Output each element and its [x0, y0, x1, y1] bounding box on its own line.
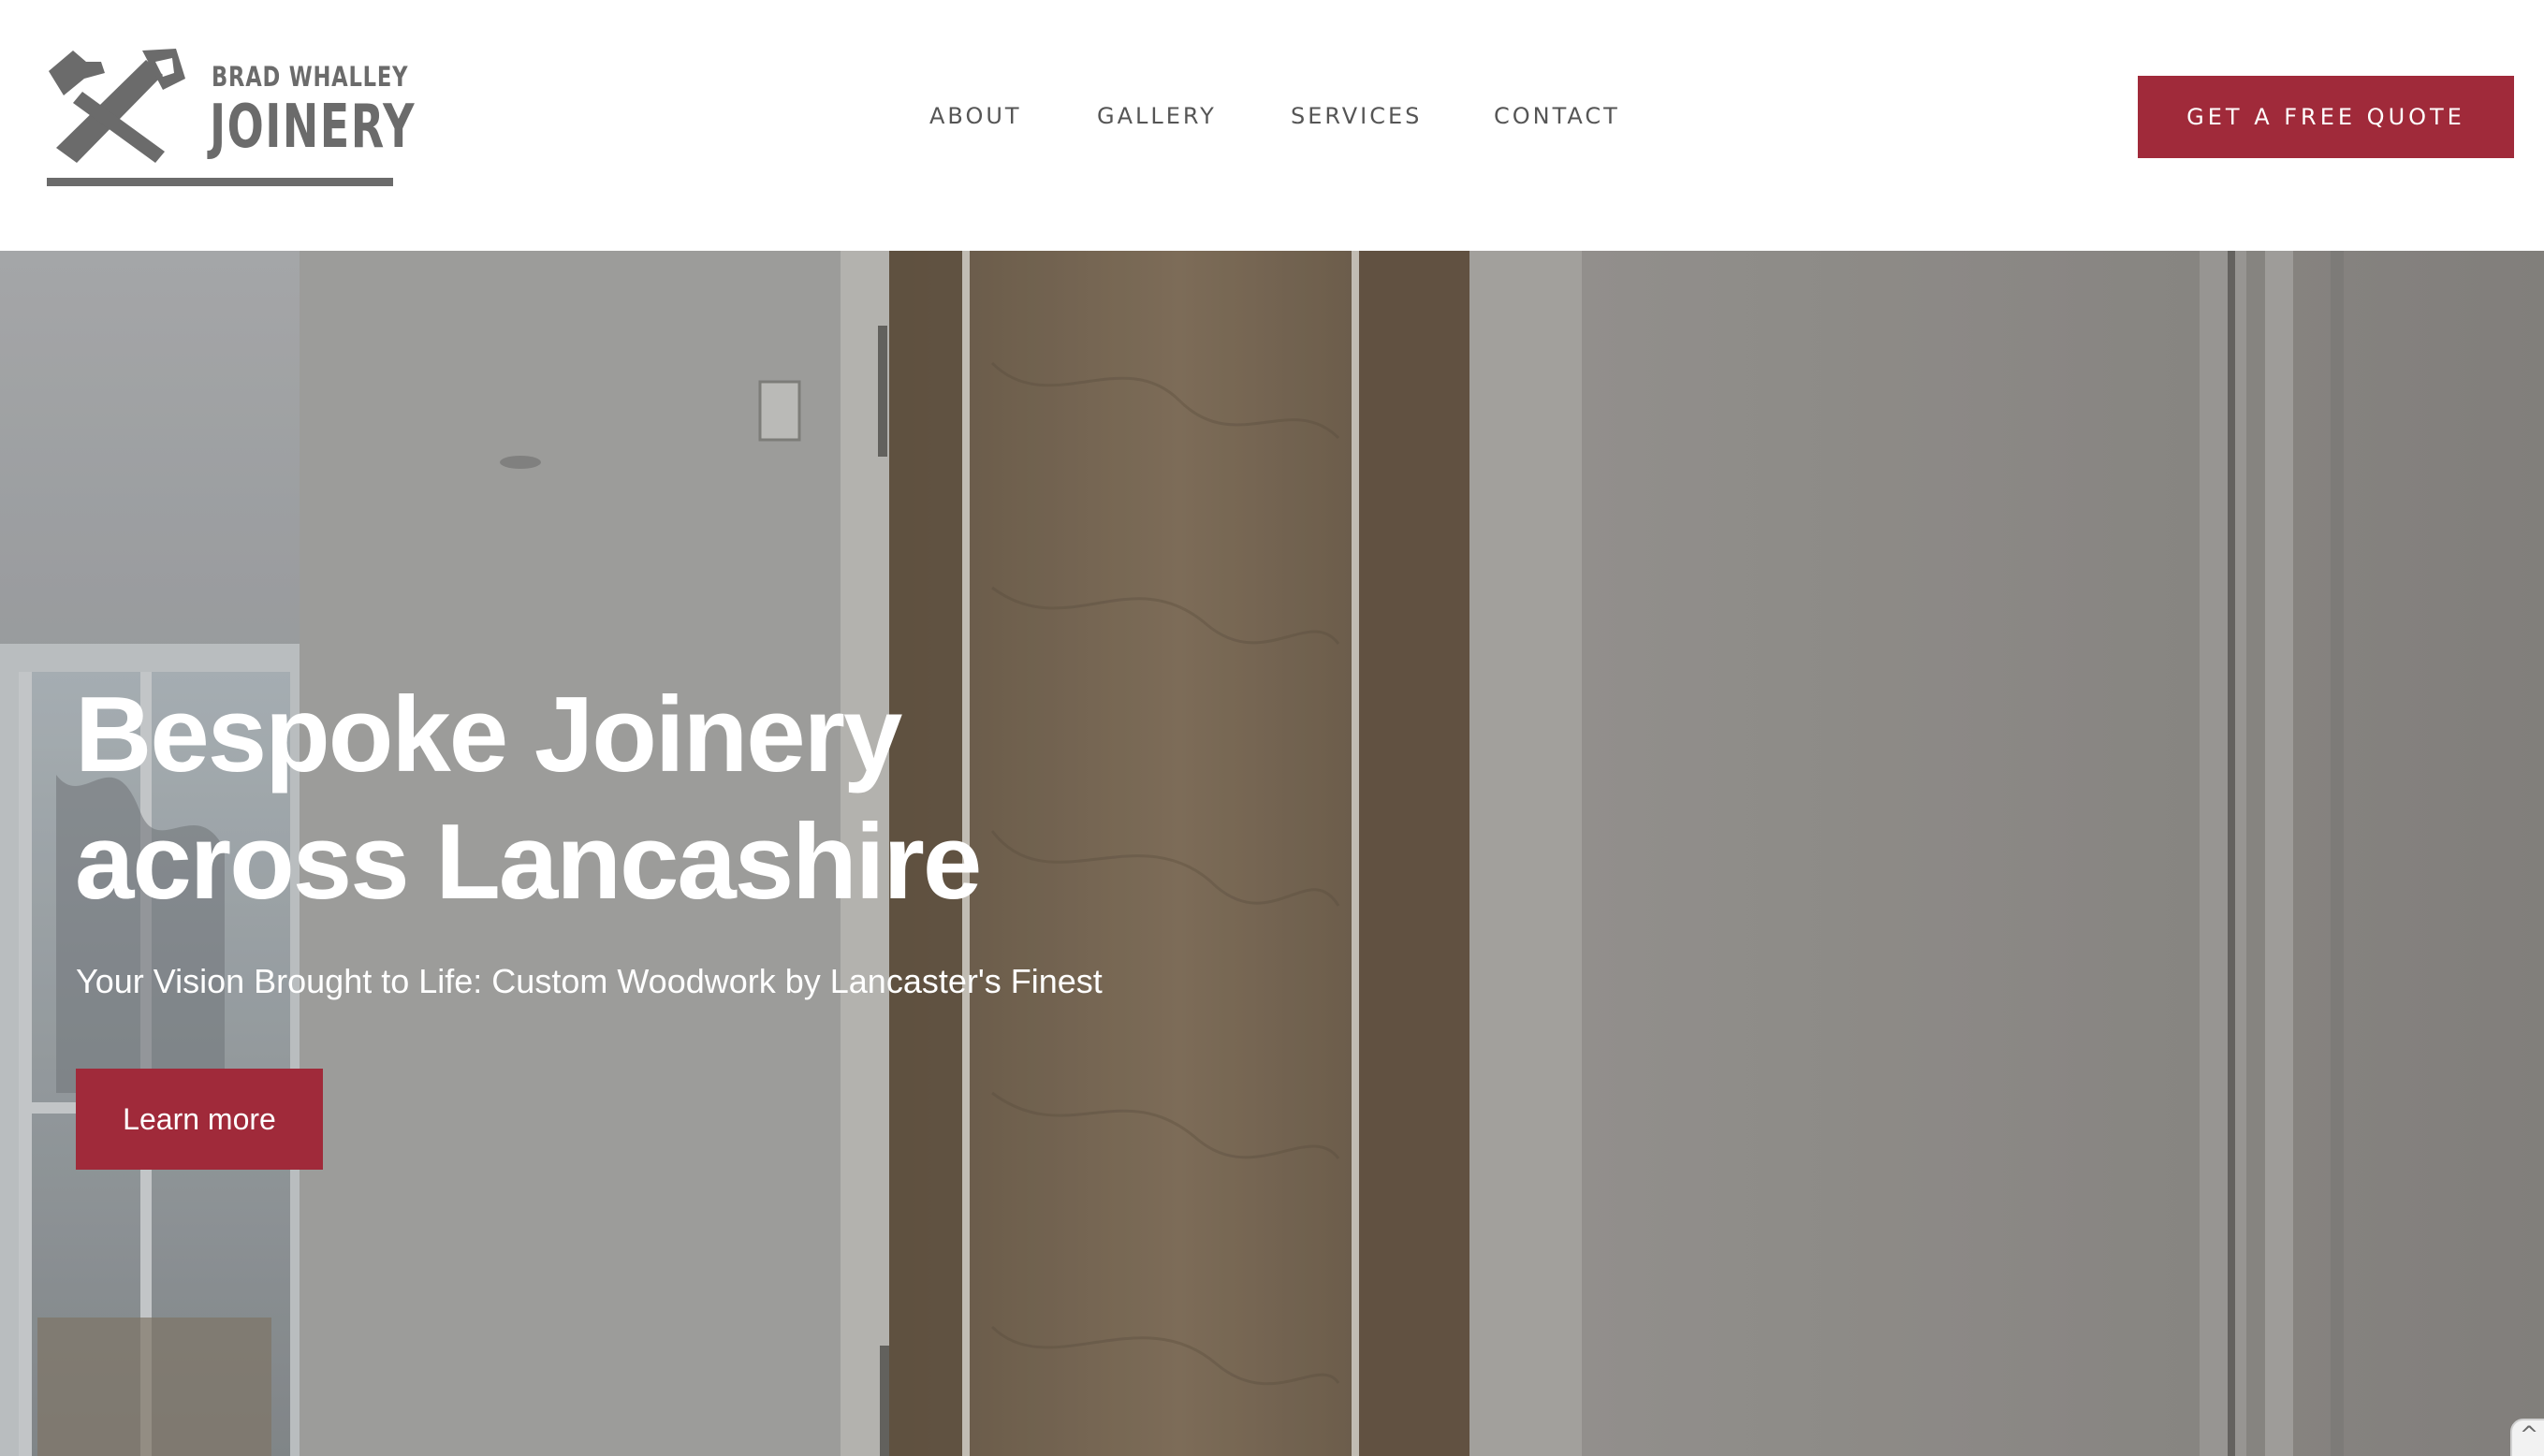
nav-item-contact[interactable]: CONTACT [1494, 99, 1620, 133]
get-free-quote-button[interactable]: GET A FREE QUOTE [2138, 76, 2514, 158]
nav-item-services[interactable]: SERVICES [1291, 99, 1422, 133]
learn-more-button[interactable]: Learn more [76, 1069, 323, 1170]
site-header: BRAD WHALLEY JOINERY ABOUT GALLERY SERVI… [0, 0, 2544, 251]
chevron-up-icon: ^ [2520, 1421, 2539, 1448]
nav-item-about[interactable]: ABOUT [929, 99, 1022, 133]
nav-item-gallery[interactable]: GALLERY [1097, 99, 1217, 133]
hero-title: Bespoke Joinery across Lancashire [75, 672, 1385, 926]
hero-title-line-1: Bespoke Joinery [75, 676, 902, 794]
brand-name-small: BRAD WHALLEY [212, 61, 409, 93]
brand-underline [47, 178, 393, 186]
back-to-top-button[interactable]: ^ [2510, 1419, 2544, 1456]
hero-section: Bespoke Joinery across Lancashire Your V… [0, 251, 2544, 1456]
hero-title-line-2: across Lancashire [75, 803, 982, 922]
hero-subtitle: Your Vision Brought to Life: Custom Wood… [76, 962, 1103, 1000]
